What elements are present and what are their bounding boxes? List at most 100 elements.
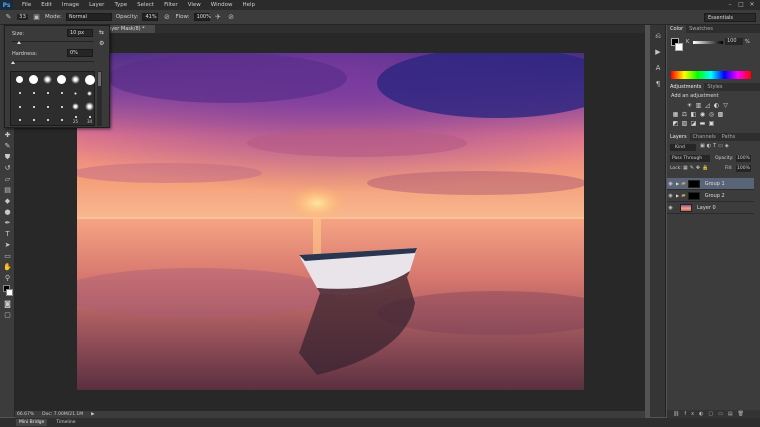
brush-preset[interactable] xyxy=(54,73,69,86)
pen-icon[interactable]: ✒ xyxy=(2,218,13,228)
visibility-eye-icon[interactable]: ◉ xyxy=(667,193,674,199)
menu-edit[interactable]: Edit xyxy=(36,0,57,10)
layer-thumbnail[interactable] xyxy=(680,203,692,212)
tab-timeline[interactable]: Timeline xyxy=(53,419,78,426)
menu-type[interactable]: Type xyxy=(109,0,132,10)
layer-mask-thumbnail[interactable] xyxy=(687,191,700,200)
brush-preset[interactable] xyxy=(12,73,27,86)
mode-select[interactable]: Normal xyxy=(65,13,112,21)
layer-name[interactable]: Group 1 xyxy=(705,181,725,187)
selective-color-icon[interactable]: ▣ xyxy=(708,120,715,127)
tab-styles[interactable]: Styles xyxy=(704,83,725,91)
brush-preset[interactable] xyxy=(26,73,41,86)
threshold-icon[interactable]: ◪ xyxy=(690,120,697,127)
color-balance-icon[interactable]: ⚖ xyxy=(681,111,688,118)
flow-field[interactable]: 100% xyxy=(193,13,211,21)
hardness-field[interactable]: 0% xyxy=(67,49,93,57)
brush-preset[interactable] xyxy=(54,87,69,100)
layer-name[interactable]: Group 2 xyxy=(705,193,725,199)
menu-image[interactable]: Image xyxy=(57,0,84,10)
curves-icon[interactable]: ◿ xyxy=(704,102,711,109)
layer-filter-kind[interactable]: Kind xyxy=(670,144,696,151)
size-slider-thumb[interactable] xyxy=(17,41,21,44)
workspace-select[interactable]: Essentials xyxy=(704,13,756,22)
brush-preset[interactable] xyxy=(12,114,27,127)
hardness-slider-thumb[interactable] xyxy=(11,61,15,64)
menu-help[interactable]: Help xyxy=(237,0,260,10)
pressure-size-icon[interactable]: ⊘ xyxy=(227,13,236,22)
background-swatch[interactable] xyxy=(675,43,683,51)
brush-preset[interactable] xyxy=(40,73,55,86)
type-icon[interactable]: T xyxy=(2,229,13,239)
layers-footer-icons[interactable]: ⛓fx◐▢▭▤🗑 xyxy=(667,410,760,418)
menu-filter[interactable]: Filter xyxy=(159,0,183,10)
hand-icon[interactable]: ✋ xyxy=(2,262,13,272)
airbrush-icon[interactable]: ✈ xyxy=(214,13,223,22)
brush-preset[interactable] xyxy=(40,114,55,127)
brush-preset[interactable]: 25 xyxy=(68,114,83,127)
history-icon[interactable]: ⎌ xyxy=(653,31,663,41)
gear-icon[interactable]: ⚙ xyxy=(99,40,104,47)
gradient-icon[interactable]: ▤ xyxy=(2,185,13,195)
tab-color[interactable]: Color xyxy=(667,25,687,33)
document-canvas-image[interactable] xyxy=(77,53,584,390)
expand-arrow-icon[interactable]: ▶ xyxy=(676,181,679,186)
actions-icon[interactable]: ▶ xyxy=(653,47,663,57)
tab-layers[interactable]: Layers xyxy=(667,133,690,141)
brush-panel-toggle-icon[interactable]: ▣ xyxy=(32,13,41,22)
brush-preset[interactable] xyxy=(40,100,55,113)
tab-mini-bridge[interactable]: Mini Bridge xyxy=(16,419,48,426)
layer-0[interactable]: ◉ Layer 0 xyxy=(667,202,754,214)
menu-layer[interactable]: Layer xyxy=(84,0,109,10)
menu-file[interactable]: File xyxy=(17,0,36,10)
tab-adjustments[interactable]: Adjustments xyxy=(667,83,705,91)
menu-view[interactable]: View xyxy=(183,0,206,10)
screen-mode-icon[interactable]: ▢ xyxy=(2,310,13,320)
menu-select[interactable]: Select xyxy=(132,0,159,10)
brush-preset[interactable] xyxy=(54,114,69,127)
brush-preset[interactable] xyxy=(12,87,27,100)
brush-size-readout[interactable]: 33 xyxy=(17,14,28,20)
color-swatches-icon[interactable] xyxy=(2,284,13,298)
visibility-eye-icon[interactable]: ◉ xyxy=(667,205,674,211)
brightness-icon[interactable]: ☀ xyxy=(686,102,693,109)
layer-name[interactable]: Layer 0 xyxy=(697,205,716,211)
lock-icons[interactable]: ▦✎✥🔒 xyxy=(683,165,710,171)
channel-mixer-icon[interactable]: ◎ xyxy=(708,111,715,118)
vibrance-icon[interactable]: ▽ xyxy=(722,102,729,109)
brush-preset[interactable] xyxy=(68,87,83,100)
zoom-icon[interactable]: ⚲ xyxy=(2,273,13,283)
brush-preset[interactable] xyxy=(68,73,83,86)
character-icon[interactable]: A xyxy=(653,63,663,73)
history-brush-icon[interactable]: ↺ xyxy=(2,163,13,173)
visibility-eye-icon[interactable]: ◉ xyxy=(667,181,674,187)
opacity-field[interactable]: 41% xyxy=(142,13,159,21)
gradient-map-icon[interactable]: ▬ xyxy=(699,120,706,127)
color-spectrum[interactable] xyxy=(671,71,751,79)
tab-channels[interactable]: Channels xyxy=(690,133,719,141)
brush-preset[interactable] xyxy=(26,100,41,113)
layer-mask-thumbnail[interactable] xyxy=(687,179,700,188)
maximize-button[interactable]: □ xyxy=(737,1,745,9)
hue-saturation-icon[interactable]: ▦ xyxy=(672,111,679,118)
color-lookup-icon[interactable]: ▩ xyxy=(717,111,724,118)
layer-group-2[interactable]: ◉ ▶ ▰ Group 2 xyxy=(667,190,754,202)
brush-preset[interactable]: 34 xyxy=(82,114,97,127)
fill-field[interactable]: 100% xyxy=(736,165,751,172)
tab-paths[interactable]: Paths xyxy=(719,133,739,141)
quick-mask-icon[interactable]: ◙ xyxy=(2,299,13,309)
brush-preset[interactable] xyxy=(82,87,97,100)
zoom-level[interactable]: 66.67% xyxy=(17,412,34,417)
levels-icon[interactable]: ▥ xyxy=(695,102,702,109)
clone-stamp-icon[interactable]: ⛊ xyxy=(2,152,13,162)
eraser-icon[interactable]: ▱ xyxy=(2,174,13,184)
flip-brush-icon[interactable]: ⇆ xyxy=(99,29,104,36)
brush-preset[interactable] xyxy=(12,100,27,113)
menu-window[interactable]: Window xyxy=(206,0,238,10)
photo-filter-icon[interactable]: ◉ xyxy=(699,111,706,118)
brush-preset[interactable] xyxy=(82,73,97,86)
path-selection-icon[interactable]: ➤ xyxy=(2,240,13,250)
brush-preset[interactable] xyxy=(40,87,55,100)
presets-scrollbar[interactable] xyxy=(97,71,102,126)
blur-icon[interactable]: ◆ xyxy=(2,196,13,206)
